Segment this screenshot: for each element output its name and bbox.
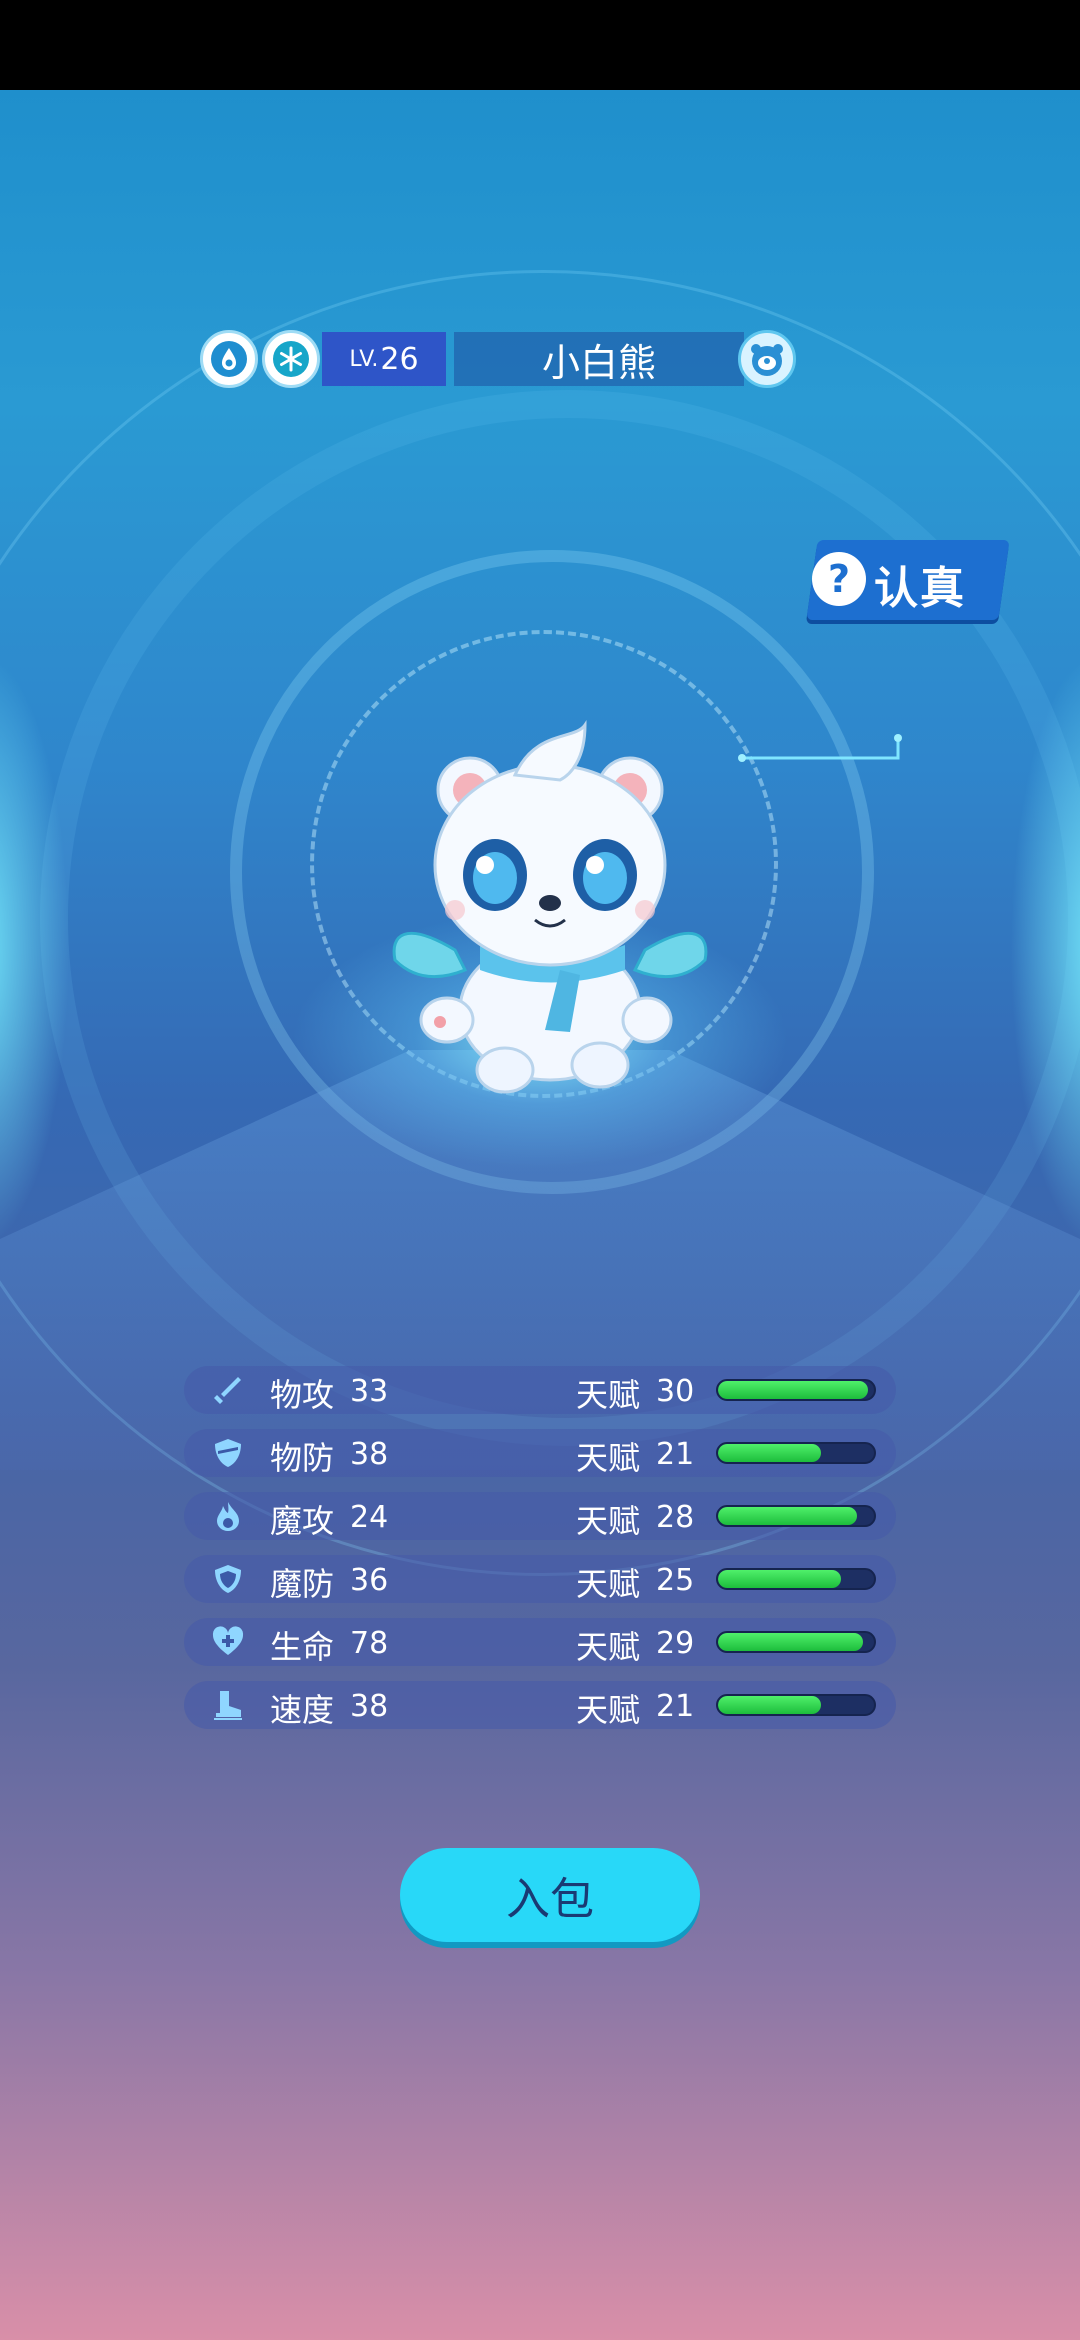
bear-face-icon[interactable] xyxy=(738,330,796,388)
talent-bar xyxy=(716,1442,876,1464)
stat-name: 物防 xyxy=(270,1439,335,1477)
level-box: LV. 26 xyxy=(322,332,446,386)
talent-label: 天赋 xyxy=(576,1628,641,1666)
talent-bar xyxy=(716,1694,876,1716)
stat-name: 魔攻 xyxy=(270,1502,335,1540)
status-bar xyxy=(0,0,1080,90)
talent-bar-fill xyxy=(718,1696,821,1714)
stat-name: 速度 xyxy=(270,1691,335,1729)
talent-label: 天赋 xyxy=(576,1691,641,1729)
flame-icon xyxy=(217,1502,239,1531)
stat-row-health: 生命 78 天赋 29 xyxy=(184,1618,896,1666)
stat-value: 38 xyxy=(350,1437,389,1472)
magic-shield-icon xyxy=(215,1565,241,1593)
talent-bar xyxy=(716,1379,876,1401)
stat-name: 魔防 xyxy=(270,1565,335,1603)
stat-value: 24 xyxy=(350,1500,389,1535)
pet-name: 小白熊 xyxy=(454,332,744,386)
pet-character-image xyxy=(392,720,708,1094)
talent-value: 30 xyxy=(656,1374,695,1409)
talent-bar-fill xyxy=(718,1381,868,1399)
talent-value: 25 xyxy=(656,1563,695,1598)
talent-bar xyxy=(716,1568,876,1590)
stat-value: 78 xyxy=(350,1626,389,1661)
talent-label: 天赋 xyxy=(576,1502,641,1540)
sword-icon xyxy=(214,1377,241,1404)
nature-label: 认真 xyxy=(874,563,966,614)
stat-value: 33 xyxy=(350,1374,389,1409)
stat-value: 38 xyxy=(350,1689,389,1724)
talent-bar xyxy=(716,1631,876,1653)
stat-name: 物攻 xyxy=(270,1376,335,1414)
stat-row-magic-attack: 魔攻 24 天赋 28 xyxy=(184,1492,896,1540)
ice-element-icon[interactable] xyxy=(262,330,320,388)
talent-label: 天赋 xyxy=(576,1439,641,1477)
talent-bar-fill xyxy=(718,1633,864,1651)
stat-name: 生命 xyxy=(270,1628,335,1666)
talent-bar-fill xyxy=(718,1570,842,1588)
talent-bar-fill xyxy=(718,1507,857,1525)
talent-value: 21 xyxy=(656,1689,695,1724)
nature-leader-line xyxy=(738,734,902,762)
talent-value: 28 xyxy=(656,1500,695,1535)
nature-help-icon[interactable]: ? xyxy=(812,552,866,606)
talent-bar-fill xyxy=(718,1444,821,1462)
talent-bar xyxy=(716,1505,876,1527)
level-value: 26 xyxy=(380,341,419,377)
stat-row-physical-attack: 物攻 33 天赋 30 xyxy=(184,1366,896,1414)
heart-plus-icon xyxy=(212,1626,244,1655)
add-to-bag-button[interactable]: 入包 xyxy=(400,1848,700,1942)
pet-detail-scene xyxy=(0,90,1080,2340)
stat-row-magic-defense: 魔防 36 天赋 25 xyxy=(184,1555,896,1603)
water-element-icon[interactable] xyxy=(200,330,258,388)
stat-row-speed: 速度 38 天赋 21 xyxy=(184,1681,896,1729)
stat-value: 36 xyxy=(350,1563,389,1598)
right-edge-glow xyxy=(1010,650,1080,1250)
talent-value: 29 xyxy=(656,1626,695,1661)
shield-icon xyxy=(215,1439,241,1467)
stats-panel: 物攻 33 天赋 30 物防 38 天赋 21 魔攻 24 天赋 28 魔防 3… xyxy=(184,1366,896,1744)
talent-label: 天赋 xyxy=(576,1376,641,1414)
left-edge-glow xyxy=(0,650,70,1250)
boot-icon xyxy=(214,1691,242,1720)
talent-label: 天赋 xyxy=(576,1565,641,1603)
talent-value: 21 xyxy=(656,1437,695,1472)
stat-row-physical-defense: 物防 38 天赋 21 xyxy=(184,1429,896,1477)
level-prefix: LV. xyxy=(349,346,379,372)
